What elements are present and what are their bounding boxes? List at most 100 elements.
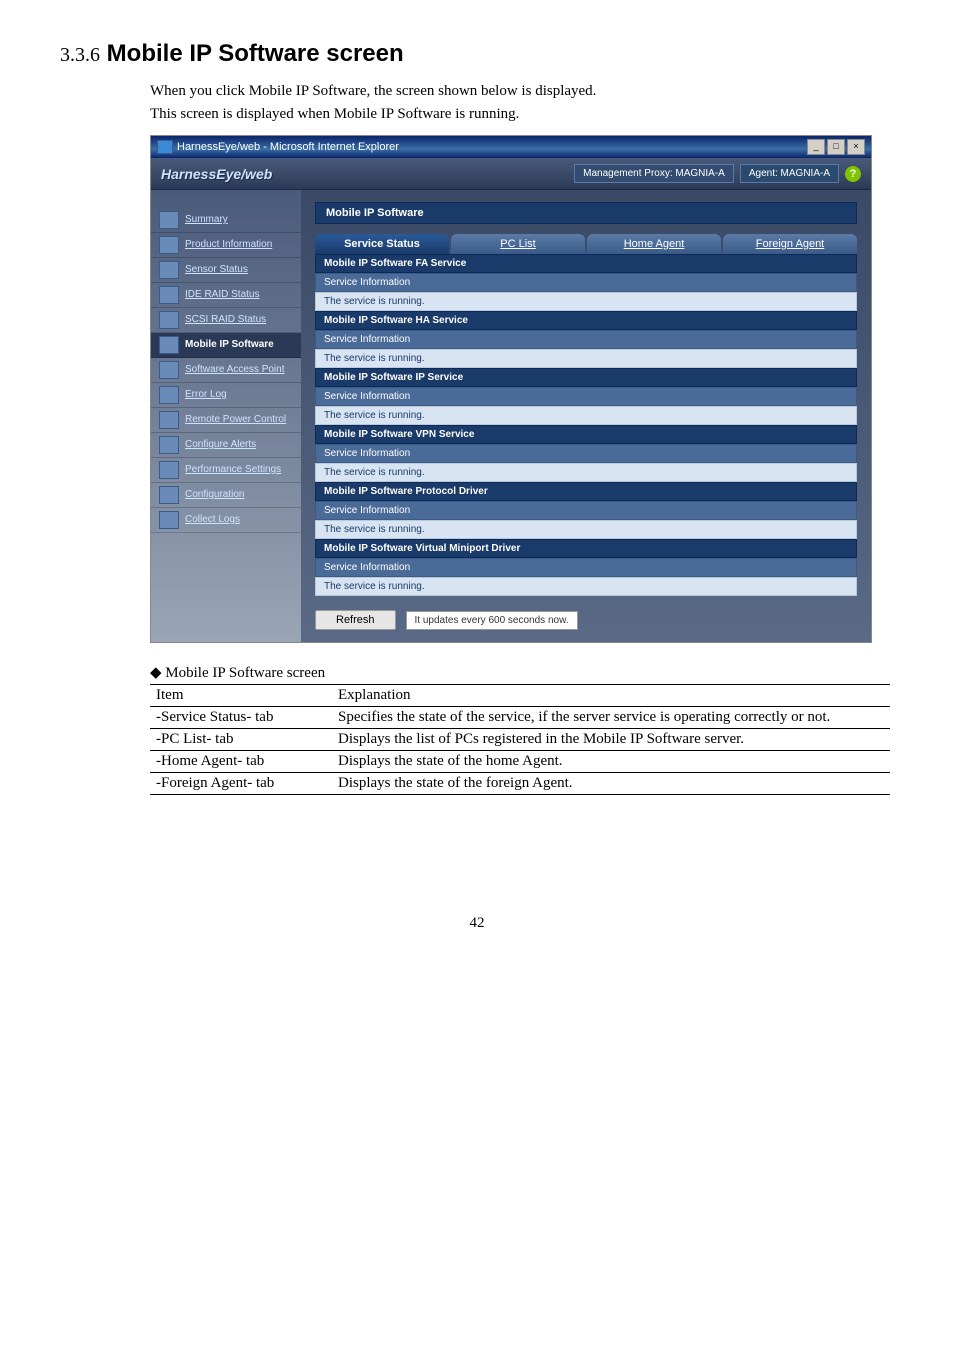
panel-title: Mobile IP Software — [315, 202, 857, 224]
sidebar: Summary Product Information Sensor Statu… — [151, 190, 301, 642]
service-status-text: The service is running. — [315, 463, 857, 482]
sidebar-item-collect-logs[interactable]: Collect Logs — [151, 508, 301, 533]
table-cell-exp: Displays the state of the home Agent. — [332, 751, 890, 773]
intro-line-2: This screen is displayed when Mobile IP … — [150, 106, 519, 122]
table-header-explanation: Explanation — [332, 685, 890, 707]
sidebar-item-label: Mobile IP Software — [185, 339, 274, 351]
sidebar-item-label: Remote Power Control — [185, 414, 286, 426]
service-status-text: The service is running. — [315, 577, 857, 596]
table-header-item: Item — [150, 685, 332, 707]
sidebar-item-label: Collect Logs — [185, 514, 240, 526]
tab-home-agent[interactable]: Home Agent — [587, 234, 721, 254]
sidebar-item-access-point[interactable]: Software Access Point — [151, 358, 301, 383]
agent-box: Agent: MAGNIA-A — [740, 164, 839, 183]
section-number: 3.3.6 — [60, 44, 100, 66]
service-status-text: The service is running. — [315, 406, 857, 425]
service-info-header: Service Information — [315, 444, 857, 463]
service-protocol-driver: Mobile IP Software Protocol Driver Servi… — [315, 482, 857, 539]
table-cell-exp: Displays the list of PCs registered in t… — [332, 729, 890, 751]
section-title: Mobile IP Software screen — [107, 40, 404, 67]
ie-icon — [157, 140, 173, 154]
service-info-header: Service Information — [315, 501, 857, 520]
service-name: Mobile IP Software Virtual Miniport Driv… — [315, 539, 857, 558]
table-cell-item: -PC List- tab — [150, 729, 332, 751]
minimize-button[interactable]: _ — [807, 139, 825, 155]
sidebar-item-configure-alerts[interactable]: Configure Alerts — [151, 433, 301, 458]
service-name: Mobile IP Software VPN Service — [315, 425, 857, 444]
sidebar-item-scsi-raid[interactable]: SCSI RAID Status — [151, 308, 301, 333]
help-button[interactable]: ? — [845, 166, 861, 182]
service-ha: Mobile IP Software HA Service Service In… — [315, 311, 857, 368]
refresh-row: Refresh It updates every 600 seconds now… — [315, 610, 857, 630]
sensor-icon — [159, 261, 179, 279]
table-cell-item: -Foreign Agent- tab — [150, 773, 332, 795]
mobile-icon — [159, 336, 179, 354]
table-caption: ◆ Mobile IP Software screen — [150, 663, 894, 682]
service-name: Mobile IP Software HA Service — [315, 311, 857, 330]
tab-foreign-agent[interactable]: Foreign Agent — [723, 234, 857, 254]
ap-icon — [159, 361, 179, 379]
maximize-button[interactable]: □ — [827, 139, 845, 155]
table-cell-item: -Service Status- tab — [150, 707, 332, 729]
raid-icon — [159, 286, 179, 304]
sidebar-item-error-log[interactable]: Error Log — [151, 383, 301, 408]
sidebar-item-mobile-ip[interactable]: Mobile IP Software — [151, 333, 301, 358]
sidebar-item-label: SCSI RAID Status — [185, 314, 266, 326]
sidebar-item-label: Product Information — [185, 239, 272, 251]
window-title: HarnessEye/web - Microsoft Internet Expl… — [177, 141, 399, 153]
window-buttons: _ □ × — [807, 139, 865, 155]
service-ip: Mobile IP Software IP Service Service In… — [315, 368, 857, 425]
sidebar-item-label: Summary — [185, 214, 228, 226]
screenshot-window: HarnessEye/web - Microsoft Internet Expl… — [150, 135, 872, 643]
refresh-button[interactable]: Refresh — [315, 610, 396, 630]
service-info-header: Service Information — [315, 387, 857, 406]
sidebar-item-configuration[interactable]: Configuration — [151, 483, 301, 508]
window-titlebar: HarnessEye/web - Microsoft Internet Expl… — [151, 136, 871, 158]
sidebar-item-performance[interactable]: Performance Settings — [151, 458, 301, 483]
sidebar-item-label: Configuration — [185, 489, 244, 501]
raid-icon — [159, 311, 179, 329]
log-icon — [159, 386, 179, 404]
sidebar-item-label: IDE RAID Status — [185, 289, 259, 301]
doc-table: Item Explanation -Service Status- tab Sp… — [150, 684, 890, 795]
service-status-text: The service is running. — [315, 292, 857, 311]
intro-line-1: When you click Mobile IP Software, the s… — [150, 83, 596, 99]
tab-service-status[interactable]: Service Status — [315, 234, 449, 254]
sidebar-item-sensor-status[interactable]: Sensor Status — [151, 258, 301, 283]
service-fa: Mobile IP Software FA Service Service In… — [315, 254, 857, 311]
table-cell-exp: Displays the state of the foreign Agent. — [332, 773, 890, 795]
main-panel: Mobile IP Software Service Status PC Lis… — [301, 190, 871, 642]
service-name: Mobile IP Software Protocol Driver — [315, 482, 857, 501]
tab-pc-list[interactable]: PC List — [451, 234, 585, 254]
sidebar-item-ide-raid[interactable]: IDE RAID Status — [151, 283, 301, 308]
app-header: HarnessEye/web Management Proxy: MAGNIA-… — [151, 158, 871, 190]
product-icon — [159, 236, 179, 254]
sidebar-item-product-info[interactable]: Product Information — [151, 233, 301, 258]
sidebar-item-label: Configure Alerts — [185, 439, 256, 451]
service-vpn: Mobile IP Software VPN Service Service I… — [315, 425, 857, 482]
table-cell-exp: Specifies the state of the service, if t… — [332, 707, 890, 729]
info-icon — [159, 211, 179, 229]
intro-paragraph: When you click Mobile IP Software, the s… — [150, 80, 894, 125]
sidebar-item-remote-power[interactable]: Remote Power Control — [151, 408, 301, 433]
app-body: Summary Product Information Sensor Statu… — [151, 190, 871, 642]
config-icon — [159, 486, 179, 504]
sidebar-item-label: Error Log — [185, 389, 227, 401]
page-number: 42 — [60, 915, 894, 932]
service-info-header: Service Information — [315, 330, 857, 349]
close-button[interactable]: × — [847, 139, 865, 155]
sidebar-item-label: Software Access Point — [185, 364, 285, 376]
service-status-text: The service is running. — [315, 349, 857, 368]
collect-icon — [159, 511, 179, 529]
power-icon — [159, 411, 179, 429]
app-logo: HarnessEye/web — [161, 166, 272, 182]
service-name: Mobile IP Software FA Service — [315, 254, 857, 273]
service-info-header: Service Information — [315, 558, 857, 577]
management-proxy-box: Management Proxy: MAGNIA-A — [574, 164, 734, 183]
sidebar-item-label: Performance Settings — [185, 464, 281, 476]
sidebar-item-label: Sensor Status — [185, 264, 248, 276]
perf-icon — [159, 461, 179, 479]
tab-row: Service Status PC List Home Agent Foreig… — [315, 234, 857, 254]
section-heading: 3.3.6 Mobile IP Software screen — [60, 40, 894, 68]
sidebar-item-summary[interactable]: Summary — [151, 208, 301, 233]
